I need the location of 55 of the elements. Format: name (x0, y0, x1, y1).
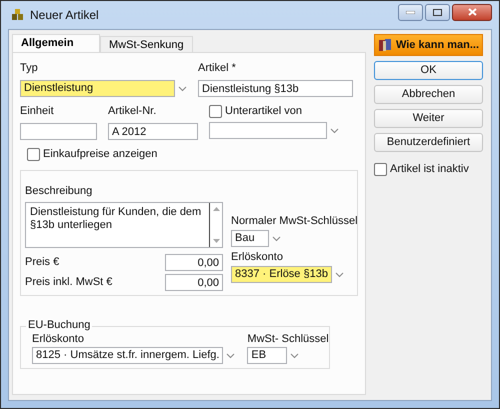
chevron-down-icon[interactable] (272, 236, 281, 242)
scrollbar[interactable] (209, 203, 222, 247)
chevron-down-icon[interactable] (226, 352, 236, 358)
field-label: Artikel * (198, 62, 237, 75)
tab[interactable]: Allgemein (12, 34, 100, 52)
dialog-button[interactable]: Benutzerdefiniert (374, 133, 483, 152)
input-field[interactable]: Dienstleistung §13b (198, 80, 353, 97)
input-field[interactable]: A 2012 (108, 123, 198, 140)
checkbox[interactable] (374, 163, 387, 176)
maximize-button[interactable] (425, 4, 450, 20)
app-icon (11, 9, 25, 21)
minimize-icon (406, 10, 415, 14)
dialog-button[interactable]: Weiter (374, 109, 483, 128)
chevron-down-icon[interactable] (330, 128, 339, 134)
input-field[interactable]: 0,00 (165, 254, 223, 271)
dialog-button[interactable]: Abbrechen (374, 85, 483, 104)
field-label: Unterartikel von (225, 105, 302, 118)
description-field[interactable]: Dienstleistung für Kunden, die dem §13b unterliegen (25, 202, 223, 248)
minimize-button[interactable] (398, 4, 423, 20)
field-label: Erlöskonto (231, 251, 284, 264)
field-label: Einkaufpreise anzeigen (43, 148, 158, 161)
field-label: Artikel ist inaktiv (390, 163, 469, 176)
field-label: Artikel-Nr. (108, 105, 158, 118)
input-field[interactable] (20, 123, 97, 140)
field-label: Einheit (20, 105, 55, 118)
dropdown-field[interactable]: 8125 · Umsätze st.fr. innergem. Liefg. (32, 347, 224, 364)
dropdown-field[interactable]: Dienstleistung (20, 80, 175, 97)
book-icon (378, 38, 392, 52)
input-field[interactable]: 0,00 (165, 274, 223, 291)
dropdown-field[interactable]: EB (247, 347, 288, 364)
dropdown-field[interactable]: 8337 · Erlöse §13b (231, 266, 332, 283)
close-icon (468, 8, 476, 16)
chevron-down-icon[interactable] (178, 86, 187, 92)
field-label: Beschreibung (25, 185, 94, 198)
window-title: Neuer Artikel (30, 7, 99, 24)
field-label: Preis € (25, 256, 60, 269)
field-label: Erlöskonto (32, 333, 85, 346)
checkbox[interactable] (209, 105, 222, 118)
chevron-down-icon[interactable] (290, 352, 300, 358)
field-label: MwSt- Schlüssel (247, 333, 329, 346)
checkbox[interactable] (27, 148, 40, 161)
scroll-up-icon[interactable] (212, 207, 220, 211)
field-label: Preis inkl. MwSt € (25, 276, 112, 289)
close-button[interactable] (452, 4, 492, 20)
group-title: EU-Buchung (26, 319, 92, 332)
dropdown-field[interactable] (209, 122, 327, 139)
restore-icon (433, 8, 442, 16)
dropdown-field[interactable]: Bau (231, 230, 269, 247)
scroll-down-icon[interactable] (212, 239, 220, 243)
tab[interactable]: MwSt-Senkung (100, 36, 193, 52)
field-label: Normaler MwSt-Schlüssel (231, 215, 358, 228)
help-button[interactable]: Wie kann man... (374, 34, 483, 56)
chevron-down-icon[interactable] (335, 272, 344, 278)
field-label: Typ (20, 62, 39, 75)
dialog-button[interactable]: OK (374, 61, 483, 80)
